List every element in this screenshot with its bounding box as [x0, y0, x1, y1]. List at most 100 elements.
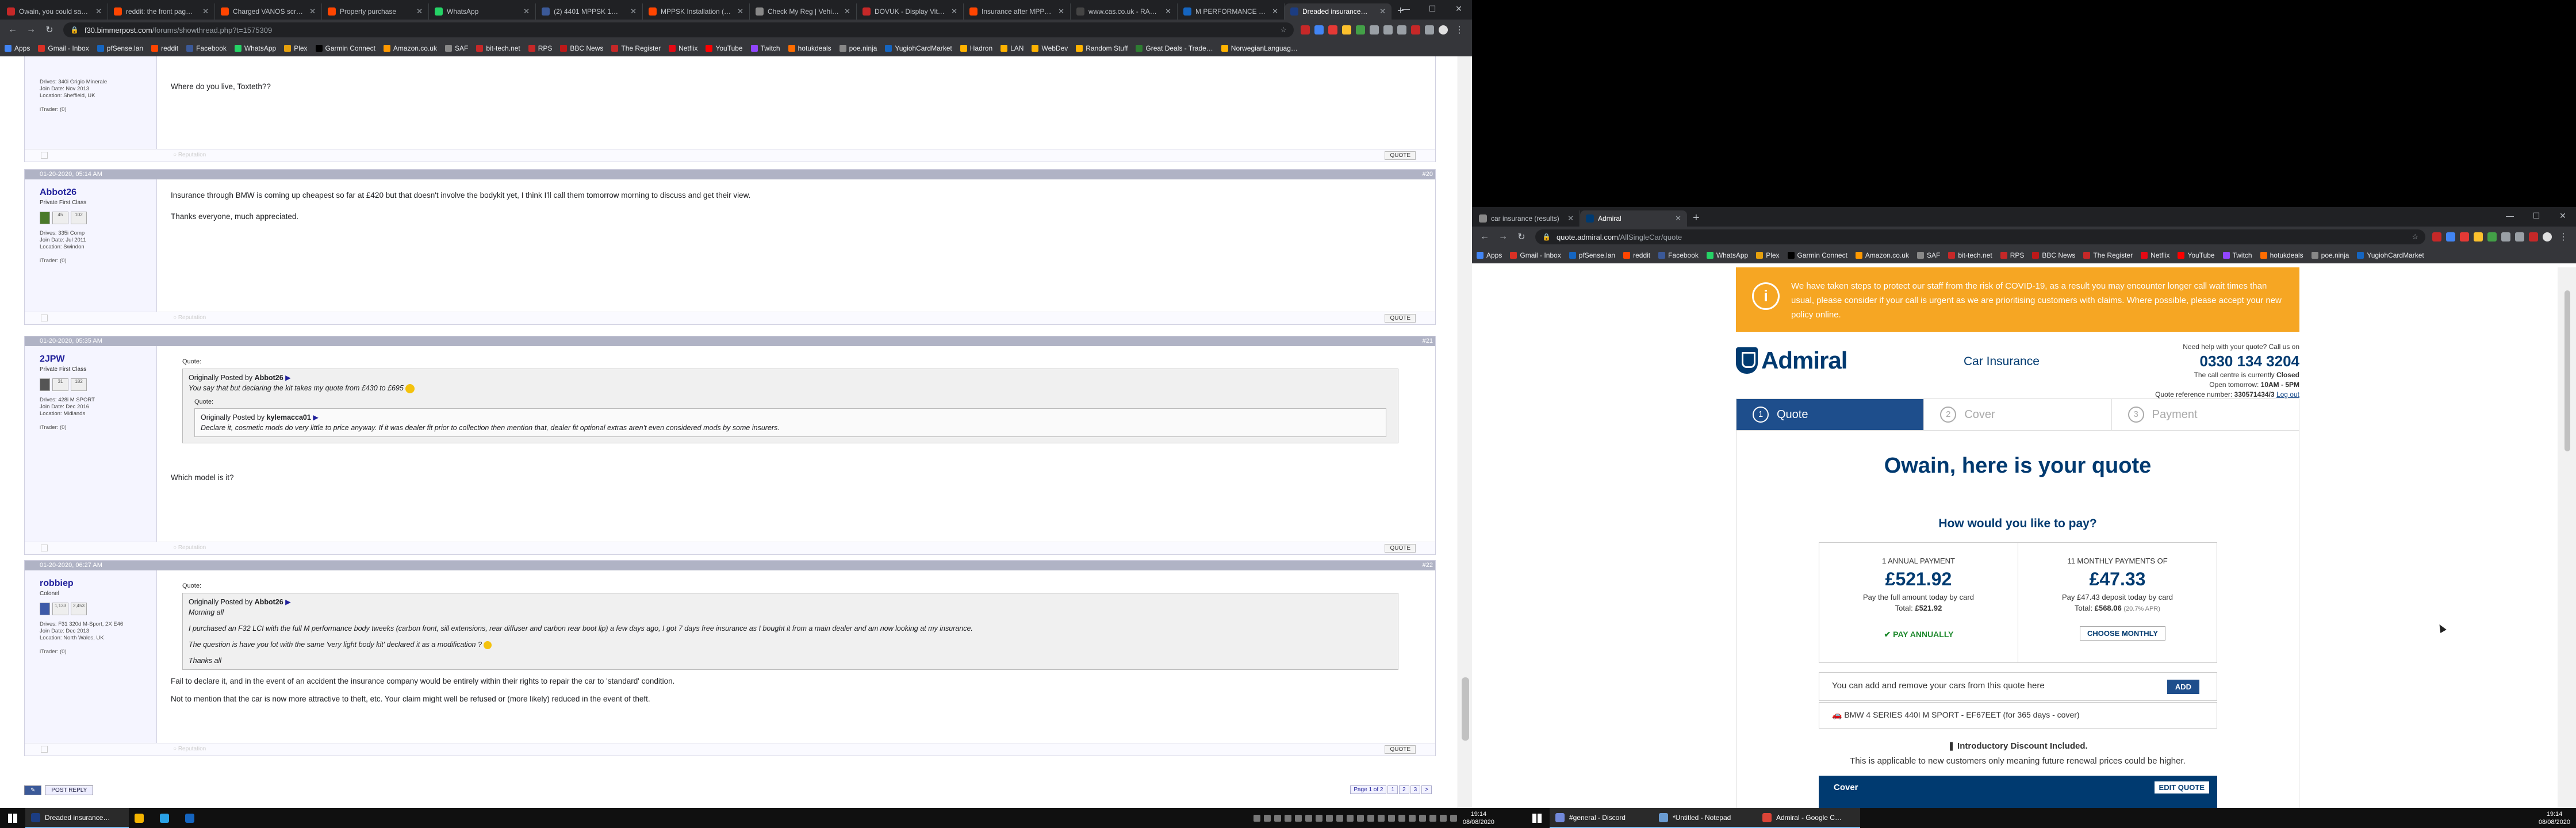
close-tab-icon[interactable]: ✕ [737, 7, 743, 16]
close-tab-icon[interactable]: ✕ [630, 7, 637, 16]
reputation-icon[interactable]: ○ Reputation [173, 152, 206, 158]
close-tab-icon[interactable]: ✕ [1272, 7, 1278, 16]
tab[interactable]: Check My Reg | Vehi… ✕ [750, 3, 857, 20]
bookmark[interactable]: Twitch [750, 44, 780, 52]
quote-author[interactable]: Abbot26 [255, 598, 283, 606]
address-bar[interactable]: 🔒 quote.admiral.com/AllSingleCar/quote ☆ [1535, 229, 2425, 244]
post-number[interactable]: #20 [1423, 170, 1433, 179]
username-link[interactable]: 2JPW [40, 354, 141, 365]
quote-button[interactable]: QUOTE [1385, 544, 1416, 553]
bookmark[interactable]: Gmail - Inbox [38, 44, 89, 52]
taskbar-app[interactable] [154, 808, 179, 828]
taskbar-app[interactable] [129, 808, 154, 828]
page-link[interactable]: 2 [1399, 785, 1409, 794]
bookmark[interactable]: RPS [2000, 251, 2024, 259]
itrader[interactable]: iTrader: (0) [40, 106, 141, 113]
close-tab-icon[interactable]: ✕ [1567, 214, 1574, 223]
extension-icon[interactable] [1383, 25, 1393, 34]
multiquote-checkbox[interactable] [41, 746, 48, 753]
left-clock[interactable]: 19:14 08/08/2020 [1457, 810, 1500, 826]
view-post-icon[interactable]: ▶ [285, 598, 291, 606]
menu-icon[interactable]: ⋮ [1450, 24, 1469, 36]
bookmark[interactable]: poe.ninja [839, 44, 877, 52]
close-tab-icon[interactable]: ✕ [202, 7, 209, 16]
bookmark[interactable]: RPS [528, 44, 552, 52]
extension-icon[interactable] [2460, 232, 2469, 241]
bookmark[interactable]: Apps [5, 44, 30, 52]
tab[interactable]: Charged VANOS scr… ✕ [215, 3, 322, 20]
tab[interactable]: car insurance (results) ✕ [1473, 210, 1580, 227]
bookmark[interactable]: NorwegianLanguag… [1221, 44, 1298, 52]
maximize-icon[interactable]: ☐ [1419, 0, 1446, 17]
reload-icon[interactable]: ↻ [40, 24, 59, 36]
bookmark[interactable]: BBC News [2032, 251, 2075, 259]
username-link[interactable]: robbiep [40, 578, 141, 589]
close-tab-icon[interactable]: ✕ [309, 7, 316, 16]
forward-icon[interactable]: → [1494, 232, 1512, 242]
extension-icon[interactable] [1425, 25, 1434, 34]
itrader[interactable]: iTrader: (0) [40, 424, 141, 431]
profile-avatar[interactable] [1439, 25, 1448, 34]
close-tab-icon[interactable]: ✕ [95, 7, 102, 16]
post-reply-button[interactable]: POST REPLY [45, 785, 94, 795]
bookmark[interactable]: Great Deals - Trade… [1136, 44, 1213, 52]
view-post-icon[interactable]: ▶ [313, 413, 319, 421]
tab[interactable]: MPPSK Installation (… ✕ [643, 3, 750, 20]
bookmark[interactable]: Random Stuff [1076, 44, 1128, 52]
extension-icon[interactable] [2487, 232, 2497, 241]
bookmark[interactable]: SAF [444, 44, 468, 52]
bookmark[interactable]: Garmin Connect [1787, 251, 1847, 259]
tab[interactable]: Property purchase ✕ [322, 3, 429, 20]
admiral-logo[interactable]: Admiral [1736, 347, 1847, 374]
close-tab-icon[interactable]: ✕ [1379, 7, 1386, 16]
tab[interactable]: (2) 4401 MPPSK 1… ✕ [536, 3, 643, 20]
tab[interactable]: DOVUK - Display Vit… ✕ [857, 3, 964, 20]
bookmark[interactable]: YugiohCardMarket [885, 44, 952, 52]
bookmark[interactable]: poe.ninja [2311, 251, 2349, 259]
extension-icon[interactable] [1356, 25, 1365, 34]
quote-button[interactable]: QUOTE [1385, 151, 1416, 160]
step-quote[interactable]: 1 Quote [1736, 399, 1925, 430]
tab[interactable]: Dreaded insurance… ✕ [1285, 3, 1392, 20]
taskbar-app[interactable]: Dreaded insurance… [25, 808, 129, 828]
bookmark[interactable]: Gmail - Inbox [1510, 251, 1561, 259]
multiquote-checkbox[interactable] [41, 315, 48, 321]
phone-number[interactable]: 0330 134 3204 [2155, 352, 2299, 370]
bookmark[interactable]: The Register [611, 44, 661, 52]
bookmark[interactable]: Twitch [2222, 251, 2252, 259]
bookmark[interactable]: hotukdeals [2260, 251, 2303, 259]
close-tab-icon[interactable]: ✕ [951, 7, 957, 16]
log-out-link[interactable]: Log out [2276, 390, 2299, 398]
bookmark[interactable]: WebDev [1032, 44, 1068, 52]
bookmark[interactable]: Amazon.co.uk [383, 44, 437, 52]
close-tab-icon[interactable]: ✕ [1675, 214, 1681, 223]
choose-monthly-button[interactable]: CHOOSE MONTHLY [2080, 626, 2166, 641]
tab[interactable]: M PERFORMANCE P… ✕ [1178, 3, 1285, 20]
extension-icon[interactable] [2515, 232, 2524, 241]
extension-icon[interactable] [1314, 25, 1324, 34]
tab[interactable]: www.cas.co.uk - RAC… ✕ [1071, 3, 1178, 20]
extension-icon[interactable] [2501, 232, 2510, 241]
multiquote-checkbox[interactable] [41, 152, 48, 159]
bookmark[interactable]: SAF [1916, 251, 1940, 259]
bookmark[interactable]: Plex [284, 44, 308, 52]
extension-icon[interactable] [1328, 25, 1337, 34]
itrader[interactable]: iTrader: (0) [40, 649, 141, 655]
menu-icon[interactable]: ⋮ [2554, 231, 2573, 243]
bookmark[interactable]: YugiohCardMarket [2357, 251, 2424, 259]
minimize-icon[interactable]: — [1393, 0, 1419, 17]
maximize-icon[interactable]: ☐ [2523, 207, 2550, 224]
address-bar[interactable]: 🔒 f30.bimmerpost.com/forums/showthread.p… [63, 22, 1294, 37]
reply-icon[interactable]: ✎ [24, 785, 42, 795]
extension-icon[interactable] [2529, 232, 2538, 241]
bookmark[interactable]: Amazon.co.uk [1855, 251, 1909, 259]
bookmark[interactable]: pfSense.lan [97, 44, 143, 52]
minimize-icon[interactable]: — [2497, 207, 2523, 224]
itrader[interactable]: iTrader: (0) [40, 258, 141, 264]
new-tab-icon[interactable]: + [1687, 210, 1705, 227]
forward-icon[interactable]: → [22, 25, 40, 35]
bookmark[interactable]: bit-tech.net [476, 44, 520, 52]
bookmark[interactable]: reddit [151, 44, 178, 52]
start-button[interactable] [0, 808, 25, 828]
bookmark[interactable]: Plex [1756, 251, 1780, 259]
